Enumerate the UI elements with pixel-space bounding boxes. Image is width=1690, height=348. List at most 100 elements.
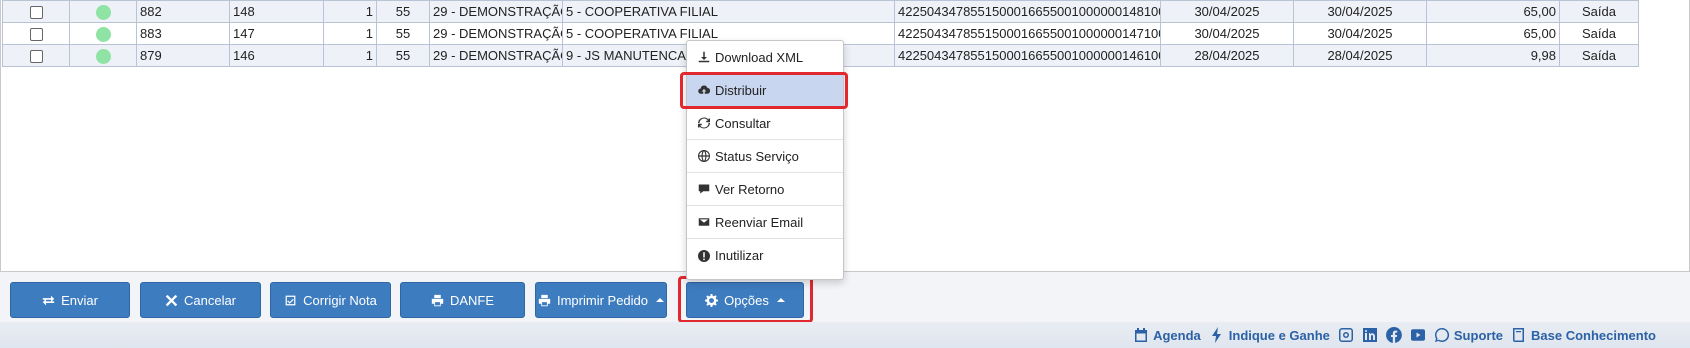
cell: 882	[136, 0, 230, 23]
menu-item-ver-retorno[interactable]: Ver Retorno	[687, 173, 843, 206]
corrigir-nota-label: Corrigir Nota	[303, 292, 377, 308]
print-icon	[538, 294, 551, 306]
envelope-icon	[698, 218, 710, 226]
status-cell	[69, 0, 137, 23]
cell: 65,00	[1426, 22, 1560, 45]
cell: 42250434785515000166550010000001471000	[894, 22, 1161, 45]
imprimir-pedido-label: Imprimir Pedido	[556, 292, 649, 308]
cell: 42250434785515000166550010000001481000	[894, 0, 1161, 23]
opcoes-dropdown-menu: Download XML Distribuir Consultar Status…	[686, 40, 844, 280]
cell: Saída	[1559, 22, 1639, 45]
indique-label: Indique e Ganhe	[1228, 327, 1330, 343]
status-dot-icon	[95, 4, 111, 20]
print-icon	[431, 294, 444, 306]
row-checkbox[interactable]	[29, 28, 43, 42]
enviar-label: Enviar	[61, 292, 98, 308]
caret-up-icon	[656, 298, 665, 302]
caret-up-icon	[776, 298, 785, 302]
menu-item-label: Consultar	[715, 115, 771, 131]
cell: 9,98	[1426, 44, 1560, 67]
agenda-label: Agenda	[1153, 327, 1201, 343]
opcoes-label: Opções	[724, 292, 769, 308]
cell: 55	[376, 22, 430, 45]
status-cell	[69, 44, 137, 67]
menu-item-download-xml[interactable]: Download XML	[687, 41, 843, 74]
cell: 1	[323, 44, 377, 67]
menu-item-label: Reenviar Email	[715, 214, 804, 230]
base-conhecimento-label: Base Conhecimento	[1531, 327, 1656, 343]
grid-area: 882 148 1 55 29 - DEMONSTRAÇÃO 5 - COOPE…	[0, 0, 1690, 272]
cell: 879	[136, 44, 230, 67]
corrigir-nota-button[interactable]: Corrigir Nota	[270, 282, 391, 318]
imprimir-pedido-button[interactable]: Imprimir Pedido	[535, 282, 667, 318]
menu-item-consultar[interactable]: Consultar	[687, 107, 843, 140]
download-icon	[698, 51, 710, 63]
calendar-icon	[1135, 328, 1148, 342]
cell: 148	[229, 0, 324, 23]
status-dot-icon	[95, 26, 111, 42]
base-conhecimento-link[interactable]: Base Conhecimento	[1511, 327, 1656, 343]
book-icon	[1513, 328, 1525, 342]
menu-item-reenviar-email[interactable]: Reenviar Email	[687, 206, 843, 239]
row-checkbox-cell[interactable]	[2, 22, 70, 45]
menu-item-inutilizar[interactable]: Inutilizar	[687, 239, 843, 272]
enviar-button[interactable]: Enviar	[10, 282, 130, 318]
cell: 30/04/2025	[1160, 22, 1294, 45]
row-checkbox-cell[interactable]	[2, 0, 70, 23]
cell: 29 - DEMONSTRAÇÃO	[429, 44, 563, 67]
linkedin-link[interactable]	[1362, 327, 1378, 343]
instagram-link[interactable]	[1338, 327, 1354, 343]
cell: 1	[323, 22, 377, 45]
exclamation-circle-icon	[698, 249, 710, 262]
cell: 30/04/2025	[1293, 22, 1427, 45]
suporte-label: Suporte	[1453, 327, 1504, 343]
menu-item-label: Download XML	[715, 49, 804, 65]
cell: 5 - COOPERATIVA FILIAL	[562, 0, 895, 23]
youtube-link[interactable]	[1410, 327, 1426, 343]
facebook-link[interactable]	[1385, 327, 1402, 343]
danfe-button[interactable]: DANFE	[400, 282, 525, 318]
refresh-icon	[698, 117, 710, 129]
cell: 30/04/2025	[1160, 0, 1294, 23]
menu-item-label: Status Serviço	[715, 148, 799, 164]
linkedin-icon	[1362, 328, 1377, 342]
instagram-icon	[1338, 328, 1353, 342]
cancelar-button[interactable]: Cancelar	[140, 282, 261, 318]
footer-bar: Agenda Indique e Ganhe Suporte Base Conh…	[0, 322, 1690, 348]
gear-icon	[705, 293, 719, 307]
action-toolbar: Enviar Cancelar Corrigir Nota DANFE Impr…	[0, 272, 1690, 323]
danfe-label: DANFE	[449, 292, 495, 308]
menu-item-label: Distribuir	[715, 82, 767, 98]
menu-item-status-servico[interactable]: Status Serviço	[687, 140, 843, 173]
times-icon	[165, 294, 178, 306]
agenda-link[interactable]: Agenda	[1133, 327, 1201, 343]
cell: 146	[229, 44, 324, 67]
cancelar-label: Cancelar	[183, 292, 237, 308]
cell: 29 - DEMONSTRAÇÃO	[429, 0, 563, 23]
cell: Saída	[1559, 0, 1639, 23]
cell: 28/04/2025	[1160, 44, 1294, 67]
menu-item-distribuir[interactable]: Distribuir	[687, 74, 843, 107]
cell: 883	[136, 22, 230, 45]
cell: 147	[229, 22, 324, 45]
suporte-link[interactable]: Suporte	[1434, 327, 1503, 343]
whatsapp-icon	[1434, 327, 1449, 342]
cell: 55	[376, 44, 430, 67]
row-checkbox-cell[interactable]	[2, 44, 70, 67]
facebook-icon	[1385, 327, 1402, 343]
row-checkbox[interactable]	[29, 50, 43, 64]
cell: 29 - DEMONSTRAÇÃO	[429, 22, 563, 45]
bolt-icon	[1211, 327, 1221, 343]
cell: Saída	[1559, 44, 1639, 67]
youtube-icon	[1410, 329, 1425, 341]
table-row[interactable]: 882 148 1 55 29 - DEMONSTRAÇÃO 5 - COOPE…	[2, 0, 1639, 23]
cell: 55	[376, 0, 430, 23]
exchange-icon	[42, 295, 55, 305]
row-checkbox[interactable]	[29, 6, 43, 20]
menu-item-label: Ver Retorno	[715, 181, 785, 197]
cell: 42250434785515000166550010000001461000	[894, 44, 1161, 67]
menu-item-label: Inutilizar	[715, 248, 764, 263]
opcoes-button[interactable]: Opções	[686, 282, 804, 318]
check-square-icon	[285, 295, 296, 305]
indique-link[interactable]: Indique e Ganhe	[1209, 327, 1330, 343]
